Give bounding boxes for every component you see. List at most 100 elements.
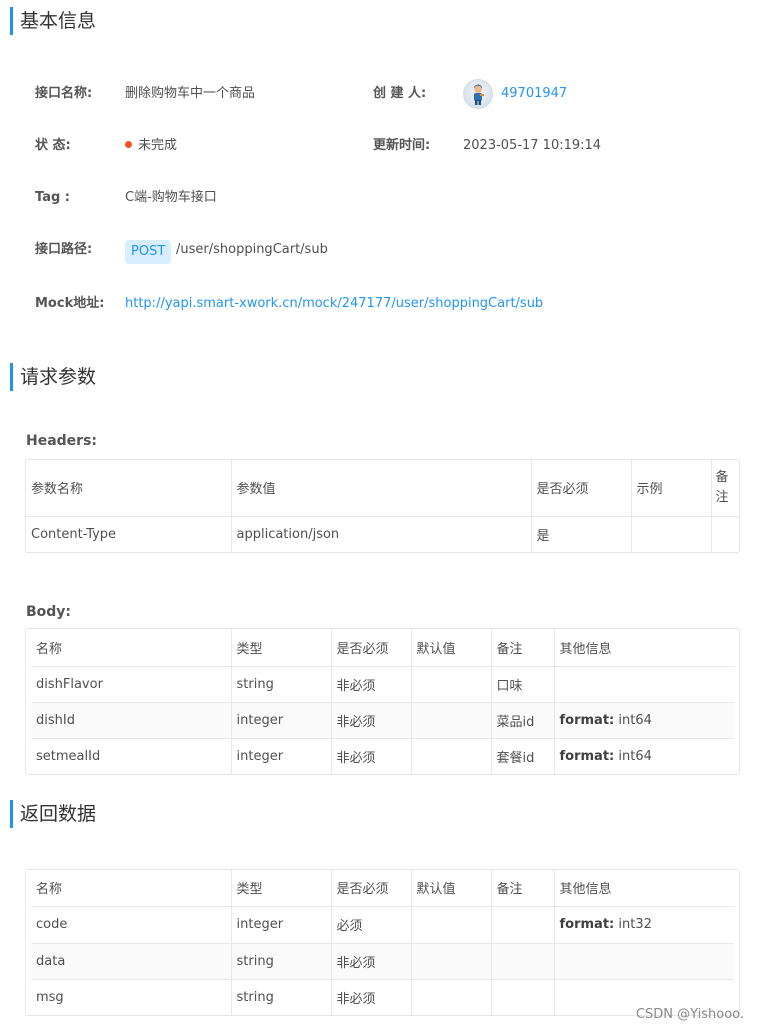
info-row-name: 接口名称: 删除购物车中一个商品 创 建 人: 49701947 — [0, 79, 758, 109]
method-badge: POST — [125, 240, 172, 264]
extra-value: int32 — [618, 917, 652, 932]
table-cell — [411, 666, 492, 703]
column-header: 是否必须 — [331, 870, 412, 907]
table-cell — [491, 943, 555, 980]
table-cell: application/json — [231, 516, 532, 552]
path-label: 接口路径: — [35, 242, 93, 257]
status-badge: 未完成 — [125, 134, 177, 158]
column-header: 是否必须 — [331, 629, 412, 667]
column-header: 备注 — [491, 870, 555, 907]
table-cell — [631, 516, 712, 552]
response-table: 名称 类型 是否必须 默认值 备注 其他信息 code integer 必须 f… — [25, 869, 740, 1016]
status-value: 未完成 — [138, 138, 178, 153]
table-row: dishId integer 非必须 菜品id format: int64 — [31, 702, 734, 739]
avatar[interactable] — [463, 79, 493, 109]
table-cell: 非必须 — [331, 979, 412, 1015]
table-cell: dishFlavor — [31, 666, 232, 703]
table-cell: format: int64 — [554, 702, 734, 739]
table-cell: format: int32 — [554, 906, 734, 944]
table-cell — [411, 943, 492, 980]
extra-key: format: — [559, 917, 615, 932]
table-cell: setmealId — [31, 738, 232, 774]
table-cell — [491, 979, 555, 1015]
creator-link[interactable]: 49701947 — [501, 82, 567, 106]
column-header: 其他信息 — [554, 629, 734, 667]
table-cell: string — [231, 666, 332, 703]
section-title-request-params: 请求参数 — [10, 363, 96, 391]
table-cell — [411, 738, 492, 774]
table-cell: string — [231, 943, 332, 980]
table-cell: dishId — [31, 702, 232, 739]
column-header: 示例 — [631, 460, 712, 517]
table-cell — [491, 906, 555, 944]
table-cell: 套餐id — [491, 738, 555, 774]
table-cell: integer — [231, 702, 332, 739]
api-name-value: 删除购物车中一个商品 — [125, 86, 256, 101]
watermark: CSDN @Yishooo. — [635, 1007, 744, 1022]
table-cell: 是 — [531, 516, 632, 552]
mock-label: Mock地址: — [35, 296, 105, 311]
table-cell — [411, 979, 492, 1015]
remark-header-text: 备注 — [715, 469, 729, 505]
tag-value: C端-购物车接口 — [125, 190, 217, 205]
headers-table: 参数名称 参数值 是否必须 示例 备注 Content-Type applica… — [25, 459, 740, 553]
column-header: 类型 — [231, 629, 332, 667]
table-cell: msg — [31, 979, 232, 1015]
column-header: 参数名称 — [26, 460, 232, 517]
column-header: 备注 — [711, 460, 739, 517]
status-label: 状 态: — [35, 138, 71, 153]
body-table: 名称 类型 是否必须 默认值 备注 其他信息 dishFlavor string… — [25, 628, 740, 775]
table-cell — [554, 943, 734, 980]
table-cell: 必须 — [331, 906, 412, 944]
info-row-mock: Mock地址: http://yapi.smart-xwork.cn/mock/… — [0, 292, 758, 316]
section-title-response-data: 返回数据 — [10, 800, 96, 828]
table-cell: Content-Type — [26, 516, 232, 552]
path-value: /user/shoppingCart/sub — [176, 242, 328, 257]
body-table-header: 名称 类型 是否必须 默认值 备注 其他信息 — [31, 629, 734, 667]
table-cell: 非必须 — [331, 738, 412, 774]
table-cell: code — [31, 906, 232, 944]
response-table-header: 名称 类型 是否必须 默认值 备注 其他信息 — [31, 870, 734, 907]
extra-value: int64 — [618, 712, 652, 728]
table-cell — [411, 906, 492, 944]
table-row: msg string 非必须 — [31, 979, 734, 1015]
creator-label: 创 建 人: — [373, 86, 427, 101]
column-header: 名称 — [31, 629, 232, 667]
table-row: setmealId integer 非必须 套餐id format: int64 — [31, 738, 734, 774]
table-cell: integer — [231, 906, 332, 944]
body-title: Body: — [26, 604, 72, 620]
column-header: 默认值 — [411, 629, 492, 667]
mock-url-link[interactable]: http://yapi.smart-xwork.cn/mock/247177/u… — [125, 292, 543, 316]
column-header: 名称 — [31, 870, 232, 907]
tag-label: Tag : — [35, 190, 70, 205]
extra-value: int64 — [618, 748, 652, 764]
table-cell: 非必须 — [331, 666, 412, 703]
info-row-path: 接口路径: POST /user/shoppingCart/sub — [0, 238, 758, 264]
column-header: 参数值 — [231, 460, 532, 517]
table-cell: 非必须 — [331, 702, 412, 739]
table-cell: format: int64 — [554, 738, 734, 774]
table-row: data string 非必须 — [31, 943, 734, 980]
table-row: dishFlavor string 非必须 口味 — [31, 666, 734, 703]
info-row-status: 状 态: 未完成 更新时间: 2023-05-17 10:19:14 — [0, 134, 758, 158]
table-row: Content-Type application/json 是 — [26, 516, 739, 552]
extra-key: format: — [559, 748, 615, 764]
column-header: 类型 — [231, 870, 332, 907]
user-avatar-icon — [474, 84, 484, 105]
status-dot-icon — [125, 141, 132, 148]
table-cell: integer — [231, 738, 332, 774]
column-header: 备注 — [491, 629, 555, 667]
table-cell: 菜品id — [491, 702, 555, 739]
table-cell: data — [31, 943, 232, 980]
info-row-tag: Tag : C端-购物车接口 — [0, 186, 758, 210]
updated-label: 更新时间: — [373, 138, 431, 153]
table-row: code integer 必须 format: int32 — [31, 906, 734, 944]
updated-value: 2023-05-17 10:19:14 — [463, 138, 602, 153]
table-cell — [711, 516, 739, 552]
section-title-basic-info: 基本信息 — [10, 7, 96, 35]
table-cell: 非必须 — [331, 943, 412, 980]
column-header: 是否必须 — [531, 460, 632, 517]
headers-table-header: 参数名称 参数值 是否必须 示例 备注 — [26, 460, 739, 517]
extra-key: format: — [559, 712, 615, 728]
table-cell: 口味 — [491, 666, 555, 703]
